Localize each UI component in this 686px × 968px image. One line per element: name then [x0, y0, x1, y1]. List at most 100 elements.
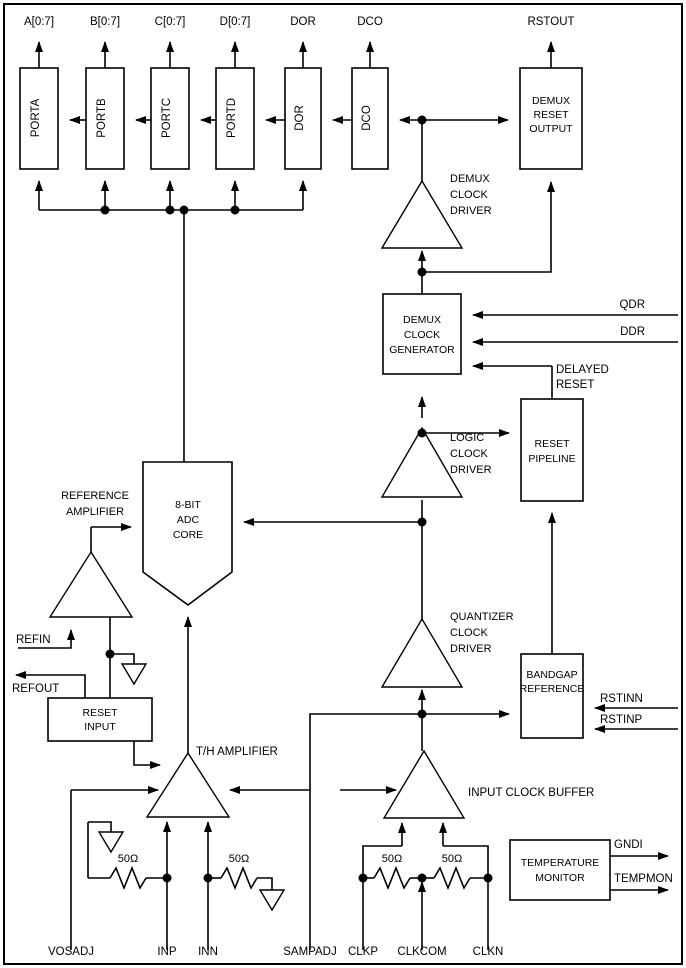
block-reset-input-dual-latch [520, 653, 584, 739]
bottom-io-labels: VOSADJ INP INN SAMPADJ CLKP CLKCOM CLKN [48, 946, 503, 958]
resistor-inn-label: 50Ω [229, 853, 249, 865]
block-reset-pipeline-group: RESET PIPELINE [520, 398, 584, 654]
io-label-c: C[0:7] [155, 16, 186, 28]
block-reset-input-dual-latch-group: BANDGAP REFERENCE RSTINN RSTINP [520, 653, 678, 739]
io-label-rstinn: RSTINN [600, 693, 643, 705]
delayed-reset-label-line2: RESET [556, 379, 594, 391]
io-label-rstinp: RSTINP [600, 714, 643, 726]
bandgap-line1: RESET [82, 707, 118, 719]
junction-clk-portc [165, 205, 175, 215]
input-clock-buffer-triangle [382, 749, 466, 819]
block-dor-label: DOR [294, 105, 306, 131]
io-label-b: B[0:7] [90, 16, 120, 28]
quantizer-clock-driver-label-line1: QUANTIZER [450, 611, 514, 623]
delayed-reset-label-line1: DELAYED [556, 364, 609, 376]
block-portc-label: PORTC [161, 98, 173, 138]
demux-clock-generator-line2: CLOCK [404, 329, 440, 341]
wire-clk-branch-left [309, 713, 422, 790]
resistor-clkp-zigzag [373, 865, 411, 891]
amplifier-demux-clock-driver: DEMUX CLOCK DRIVER [380, 173, 555, 294]
io-label-gndi: GNDI [614, 839, 643, 851]
port-blocks: PORTA PORTB PORTC PORTD DOR DCO DEMUX RE… [19, 67, 583, 170]
th-amplifier-label: T/H AMPLIFIER [196, 746, 278, 758]
logic-clock-driver-label-line2: CLOCK [450, 448, 489, 460]
resistor-clkn-label: 50Ω [442, 853, 462, 865]
reference-amplifier-label-line1: REFERENCE [61, 490, 129, 502]
block-demux-reset-output-line3: OUTPUT [529, 123, 573, 135]
amplifier-logic-clock-driver: LOGIC CLOCK DRIVER [380, 396, 510, 498]
reset-latch-line1: BANDGAP [526, 669, 577, 681]
input-clock-buffer-label: INPUT CLOCK BUFFER [468, 787, 594, 799]
block-demux-reset-output-line1: DEMUX [532, 95, 570, 107]
resistor-clkn-zigzag [433, 865, 471, 891]
block-demux-reset-output-line2: RESET [533, 109, 569, 121]
block-bandgap-group: RESET INPUT REFOUT [12, 671, 161, 769]
ground-symbol-inn [258, 889, 286, 912]
io-label-dor: DOR [290, 16, 316, 28]
io-label-refin: REFIN [16, 634, 51, 646]
demux-clock-driver-label-line3: DRIVER [450, 205, 492, 217]
block-demux-clock-generator-group: DEMUX CLOCK GENERATOR QDR DDR DELAYED RE… [382, 293, 678, 399]
logic-clock-driver-label-line3: DRIVER [450, 464, 492, 476]
block-diagram-canvas: PORTA PORTB PORTC PORTD DOR DCO DEMUX RE… [0, 0, 686, 968]
reset-pipeline-line2: PIPELINE [528, 453, 575, 465]
th-amplifier-triangle [145, 751, 231, 818]
demux-clock-driver-label-line1: DEMUX [450, 173, 490, 185]
block-bandgap-reference [47, 697, 153, 742]
adc-core-line2: ADC [177, 514, 200, 526]
quantizer-clock-driver-label-line2: CLOCK [450, 627, 489, 639]
demux-clock-driver-label-line2: CLOCK [450, 189, 489, 201]
port-clock-bus [35, 180, 307, 462]
io-label-inn: INN [198, 946, 218, 958]
demux-clock-generator-line3: GENERATOR [389, 344, 455, 356]
io-label-refout: REFOUT [12, 683, 59, 695]
junction-clk-portb [100, 205, 110, 215]
clock-termination-network: 50Ω 50Ω [358, 845, 493, 950]
amplifier-reference: REFERENCE AMPLIFIER REFIN [16, 490, 148, 698]
io-label-inp: INP [157, 946, 177, 958]
io-label-dco: DCO [357, 16, 383, 28]
quantizer-clock-driver-label-line3: DRIVER [450, 643, 492, 655]
block-porta-label: PORTA [30, 98, 42, 137]
adc-core-line3: CORE [173, 529, 203, 541]
reference-amplifier-label-line2: AMPLIFIER [66, 506, 124, 518]
wire-bandgap-to-th [133, 741, 161, 769]
block-portb-label: PORTB [96, 98, 108, 138]
junction-clk-portd [230, 205, 240, 215]
wire-gnd-stub-left [88, 821, 112, 832]
ground-symbol-left [97, 831, 125, 854]
io-label-clkcom: CLKCOM [397, 946, 446, 958]
adc-core-line1: 8-BIT [175, 499, 201, 511]
amplifier-input-clock-buffer: INPUT CLOCK BUFFER [340, 749, 594, 846]
resistor-vosadj-label: 50Ω [118, 853, 138, 865]
reference-amplifier-triangle [48, 550, 134, 618]
bandgap-line2: INPUT [84, 721, 116, 733]
reset-pipeline-line1: RESET [534, 438, 570, 450]
functional-block-diagram: PORTA PORTB PORTC PORTD DOR DCO DEMUX RE… [3, 3, 683, 965]
wire-res2-lead-right [257, 877, 273, 890]
ground-symbol-refamp [120, 663, 148, 686]
resistor-inn-zigzag [220, 865, 258, 891]
io-label-a: A[0:7] [24, 16, 54, 28]
block-reset-pipeline [520, 398, 584, 502]
block-temperature-monitor [509, 839, 611, 901]
amplifier-th: T/H AMPLIFIER [70, 746, 311, 950]
io-label-ddr: DDR [620, 326, 645, 338]
block-temperature-monitor-group: TEMPERATURE MONITOR GNDI TEMPMON [509, 839, 673, 901]
io-label-vosadj: VOSADJ [48, 946, 94, 958]
top-io-group: A[0:7] B[0:7] C[0:7] D[0:7] DOR DCO RSTO… [24, 16, 575, 68]
temperature-monitor-line1: TEMPERATURE [521, 857, 600, 869]
io-label-sampadj: SAMPADJ [283, 946, 336, 958]
io-label-rstout: RSTOUT [527, 16, 574, 28]
io-label-qdr: QDR [619, 299, 645, 311]
io-label-clkp: CLKP [348, 946, 378, 958]
demux-clock-generator-line1: DEMUX [403, 314, 441, 326]
temperature-monitor-line2: MONITOR [535, 872, 585, 884]
io-label-tempmon: TEMPMON [614, 873, 673, 885]
resistor-clkp-label: 50Ω [382, 853, 402, 865]
io-label-d: D[0:7] [220, 16, 251, 28]
amplifier-quantizer-clock-driver: QUANTIZER CLOCK DRIVER [309, 611, 514, 790]
block-portd-label: PORTD [226, 98, 238, 138]
io-label-clkn: CLKN [473, 946, 504, 958]
reset-latch-line2: REFERENCE [520, 683, 585, 695]
